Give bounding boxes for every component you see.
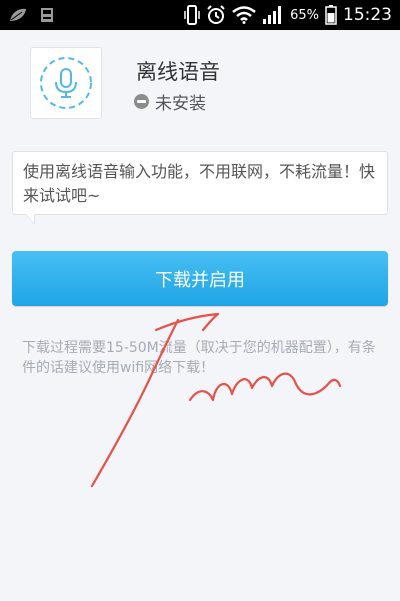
screen: 65% 15:23 离线语音 未安装 使用离线语音输入功能，不用联网，不耗流量！… [0, 0, 400, 601]
description-text: 使用离线语音输入功能，不用联网，不耗流量！快来试试吧~ [23, 162, 376, 205]
microphone-icon [40, 57, 92, 109]
download-enable-button[interactable]: 下载并启用 [12, 251, 388, 306]
vibrate-icon [184, 5, 200, 25]
battery-percent: 65% [290, 7, 319, 23]
wifi-icon [232, 6, 256, 24]
clock: 15:23 [343, 5, 392, 25]
signal-icon [263, 6, 282, 24]
alarm-icon [207, 5, 225, 24]
status-bar-right: 65% 15:23 [178, 5, 392, 25]
leaf-icon [10, 8, 26, 21]
download-note: 下载过程需要15-50M流量（取决于您的机器配置），有条件的话建议使用wifi网… [22, 340, 376, 376]
minus-circle-icon [134, 94, 149, 109]
storage-icon [41, 8, 53, 22]
status-bar: 65% 15:23 [0, 0, 400, 30]
description-bubble: 使用离线语音输入功能，不用联网，不耗流量！快来试试吧~ [12, 151, 388, 225]
battery-icon [325, 5, 337, 25]
offline-voice-app-icon [30, 47, 102, 119]
page-title: 离线语音 [136, 60, 220, 84]
install-status-label: 未安装 [155, 94, 206, 114]
status-bar-left [8, 7, 66, 23]
install-status: 未安装 [134, 89, 206, 114]
